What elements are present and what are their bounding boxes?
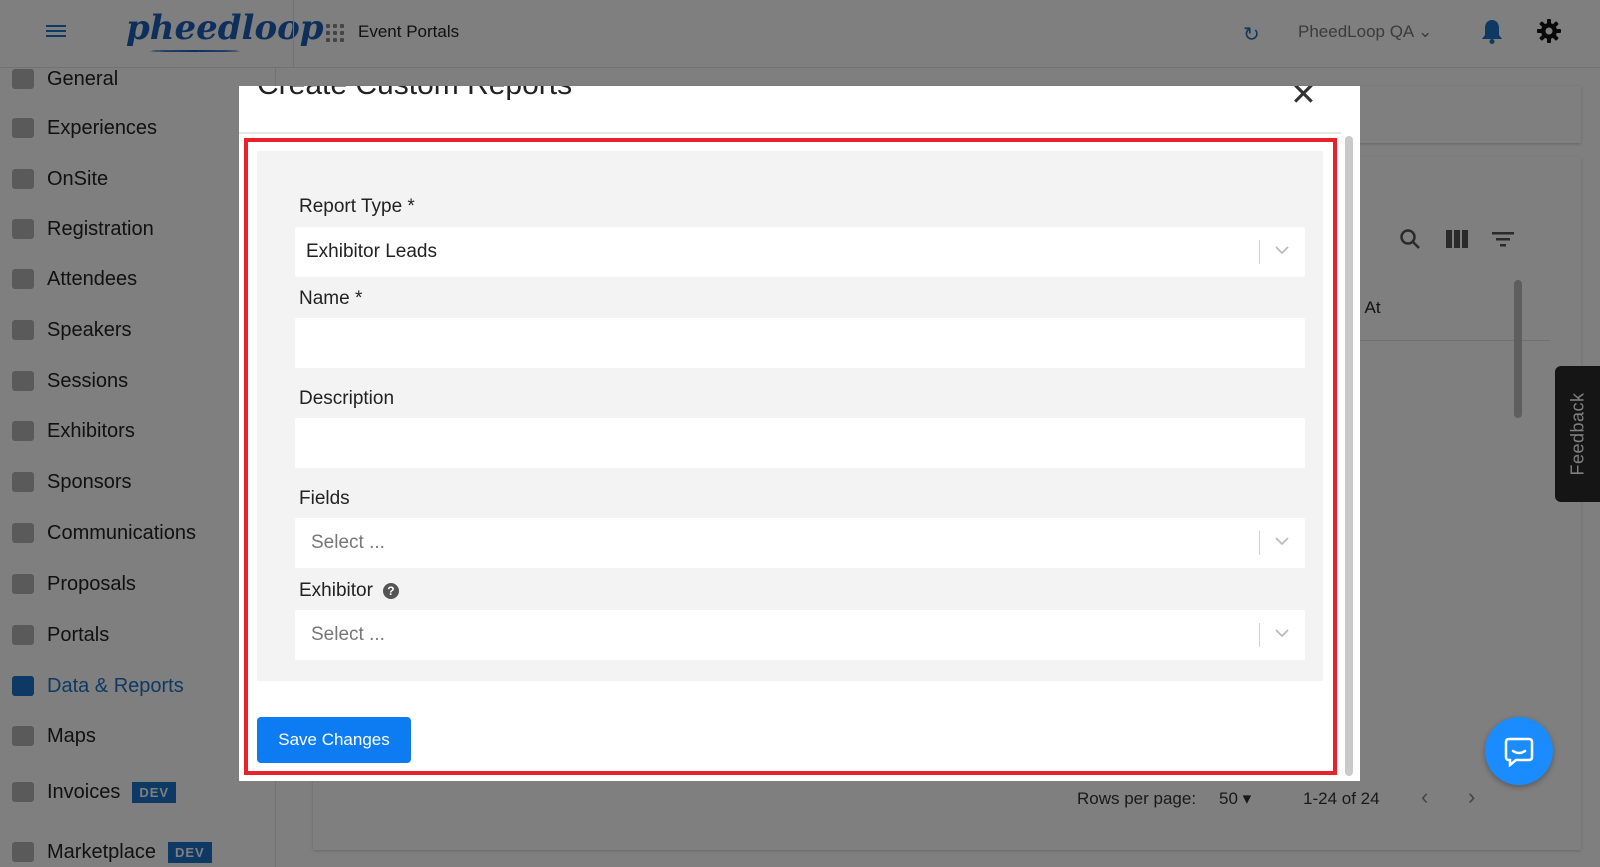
dialog-header-divider xyxy=(239,132,1341,134)
highlight-box xyxy=(244,138,1337,775)
close-icon[interactable]: ✕ xyxy=(1290,86,1317,110)
chat-icon xyxy=(1504,737,1534,767)
dialog-title: Create Custom Reports xyxy=(257,86,572,102)
dialog-scrollbar[interactable] xyxy=(1345,136,1353,776)
chat-button[interactable] xyxy=(1485,717,1553,785)
